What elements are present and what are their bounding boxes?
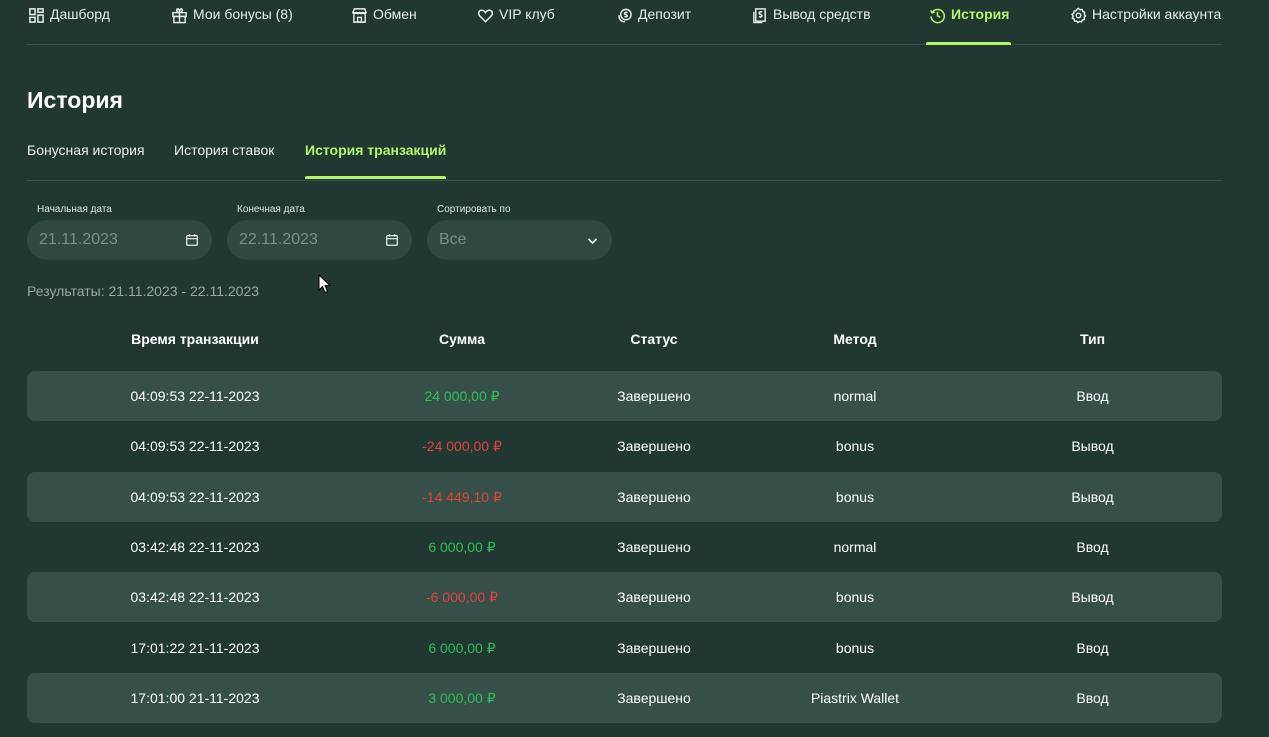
cell-type: Ввод: [1076, 388, 1109, 404]
tab-transaction-history[interactable]: История транзакций: [305, 142, 447, 179]
table-row: 03:42:48 22-11-2023 -6 000,00 ₽ Завершен…: [27, 572, 1222, 622]
top-nav: Дашборд Мои бонусы (8) Обмен VIP клуб Де…: [27, 0, 1222, 45]
cell-type: Ввод: [1076, 690, 1109, 706]
nav-item-bonuses[interactable]: Мои бонусы (8): [170, 0, 293, 44]
start-date-field[interactable]: 21.11.2023: [27, 220, 212, 260]
table-row: 04:09:53 22-11-2023 -14 449,10 ₽ Заверше…: [27, 472, 1222, 522]
chevron-down-icon: [584, 232, 600, 248]
end-date-value: 22.11.2023: [239, 231, 318, 248]
calendar-icon[interactable]: [184, 232, 200, 248]
nav-label: История: [951, 6, 1010, 22]
cell-amount: 6 000,00 ₽: [428, 539, 496, 555]
dashboard-icon: [27, 6, 45, 24]
end-date-label: Конечная дата: [237, 204, 305, 215]
start-date-label: Начальная дата: [37, 204, 112, 215]
cell-method: bonus: [835, 438, 875, 454]
cell-amount: 24 000,00 ₽: [424, 388, 500, 404]
cell-method: normal: [833, 388, 877, 404]
cell-status: Завершено: [617, 589, 691, 605]
nav-item-settings[interactable]: Настройки аккаунта: [1069, 0, 1221, 44]
cell-amount: -6 000,00 ₽: [426, 589, 498, 605]
cell-amount: -24 000,00 ₽: [422, 438, 502, 454]
cell-type: Ввод: [1076, 640, 1109, 656]
nav-label: VIP клуб: [499, 6, 555, 22]
nav-label: Депозит: [638, 6, 692, 22]
nav-label: Вывод средств: [773, 6, 871, 22]
cell-time: 17:01:00 21-11-2023: [130, 690, 260, 706]
cell-status: Завершено: [617, 388, 691, 404]
table-row: 03:42:48 22-11-2023 6 000,00 ₽ Завершено…: [27, 522, 1222, 572]
sort-value: Все: [439, 231, 467, 248]
cell-type: Вывод: [1071, 589, 1114, 605]
cell-time: 03:42:48 22-11-2023: [130, 589, 260, 605]
sort-label: Сортировать по: [437, 204, 511, 215]
cell-method: bonus: [835, 489, 875, 505]
cell-amount: 6 000,00 ₽: [428, 640, 496, 656]
cell-status: Завершено: [617, 438, 691, 454]
nav-label: Мои бонусы (8): [193, 6, 293, 22]
cell-type: Вывод: [1071, 438, 1114, 454]
nav-label: Дашборд: [50, 6, 110, 22]
cell-type: Вывод: [1071, 489, 1114, 505]
heart-icon: [476, 6, 494, 24]
cell-status: Завершено: [617, 489, 691, 505]
sort-select[interactable]: Все: [427, 220, 612, 260]
mouse-cursor-icon: [318, 274, 332, 294]
nav-item-exchange[interactable]: Обмен: [350, 0, 417, 44]
cell-amount: 3 000,00 ₽: [428, 690, 496, 706]
clock-icon: [928, 6, 946, 24]
history-tabs: Бонусная история История ставок История …: [27, 130, 1222, 181]
tab-bet-history[interactable]: История ставок: [174, 142, 274, 158]
cell-status: Завершено: [617, 690, 691, 706]
table-row: 17:01:00 21-11-2023 3 000,00 ₽ Завершено…: [27, 673, 1222, 723]
store-icon: [350, 6, 368, 24]
nav-label: Настройки аккаунта: [1092, 6, 1222, 22]
nav-item-dashboard[interactable]: Дашборд: [27, 0, 110, 44]
header-method: Метод: [833, 331, 877, 347]
table-row: 04:09:53 22-11-2023 -24 000,00 ₽ Заверше…: [27, 421, 1222, 471]
cell-status: Завершено: [617, 640, 691, 656]
calendar-icon[interactable]: [384, 232, 400, 248]
header-amount: Сумма: [438, 331, 486, 347]
gift-icon: [170, 6, 188, 24]
page-title: История: [27, 87, 123, 113]
cell-time: 04:09:53 22-11-2023: [130, 438, 260, 454]
cell-time: 04:09:53 22-11-2023: [130, 388, 260, 404]
cell-status: Завершено: [617, 539, 691, 555]
header-type: Тип: [1079, 331, 1106, 347]
cell-time: 04:09:53 22-11-2023: [130, 489, 260, 505]
coins-icon: [615, 6, 633, 24]
cell-type: Ввод: [1076, 539, 1109, 555]
nav-item-withdraw[interactable]: Вывод средств: [750, 0, 871, 44]
cell-method: bonus: [835, 589, 875, 605]
nav-label: Обмен: [373, 6, 417, 22]
cell-method: normal: [833, 539, 877, 555]
table-header: Время транзакции Сумма Статус Метод Тип: [27, 331, 1222, 361]
withdraw-icon: [750, 6, 768, 24]
start-date-value: 21.11.2023: [39, 231, 118, 248]
cell-amount: -14 449,10 ₽: [422, 489, 502, 505]
cell-method: Piastrix Wallet: [810, 690, 900, 706]
results-range: Результаты: 21.11.2023 - 22.11.2023: [27, 283, 260, 299]
header-time: Время транзакции: [131, 331, 259, 347]
nav-item-history[interactable]: История: [925, 0, 1012, 45]
tab-bonus-history[interactable]: Бонусная история: [27, 142, 145, 158]
cell-time: 03:42:48 22-11-2023: [130, 539, 260, 555]
end-date-field[interactable]: 22.11.2023: [227, 220, 412, 260]
header-status: Статус: [630, 331, 678, 347]
nav-item-deposit[interactable]: Депозит: [615, 0, 691, 44]
cell-method: bonus: [835, 640, 875, 656]
nav-item-vip[interactable]: VIP клуб: [476, 0, 555, 44]
table-row: 17:01:22 21-11-2023 6 000,00 ₽ Завершено…: [27, 623, 1222, 673]
gear-icon: [1069, 6, 1087, 24]
table-row: 04:09:53 22-11-2023 24 000,00 ₽ Завершен…: [27, 371, 1222, 421]
cell-time: 17:01:22 21-11-2023: [130, 640, 260, 656]
